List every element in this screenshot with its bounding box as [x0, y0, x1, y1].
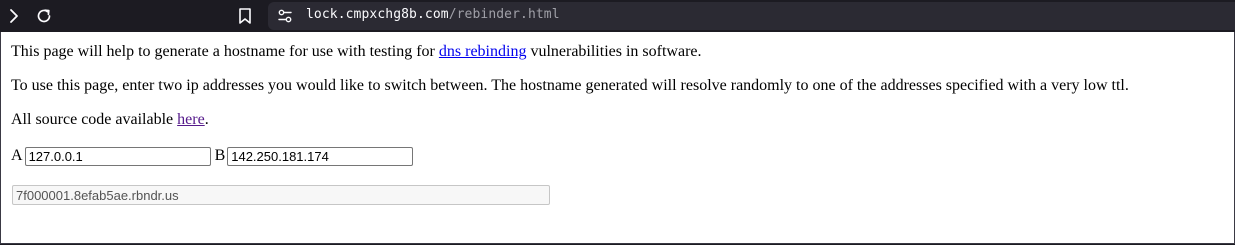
- address-bar[interactable]: lock.cmpxchg8b.com/rebinder.html: [268, 2, 1235, 30]
- url-text: lock.cmpxchg8b.com/rebinder.html: [306, 7, 560, 22]
- ip-a-input[interactable]: [24, 146, 211, 166]
- intro-text: This page will help to generate a hostna…: [11, 43, 439, 60]
- field-b-label: B: [214, 147, 226, 164]
- source-text: All source code available: [11, 111, 178, 128]
- dns-rebinding-link[interactable]: dns rebinding: [439, 43, 527, 60]
- generated-hostname-field[interactable]: [12, 185, 550, 205]
- source-text-end: .: [204, 111, 209, 128]
- source-paragraph: All source code available here.: [11, 111, 209, 129]
- bookmark-icon[interactable]: [233, 4, 257, 28]
- field-a-label: A: [11, 147, 23, 164]
- url-path: /rebinder.html: [448, 7, 560, 22]
- reload-icon[interactable]: [32, 4, 56, 28]
- browser-toolbar: lock.cmpxchg8b.com/rebinder.html: [0, 0, 1235, 32]
- site-settings-icon[interactable]: [277, 8, 293, 29]
- intro-paragraph: This page will help to generate a hostna…: [11, 43, 702, 61]
- chevron-right-icon[interactable]: [2, 4, 26, 28]
- source-code-link[interactable]: here: [177, 111, 205, 128]
- instructions-paragraph: To use this page, enter two ip addresses…: [11, 77, 1129, 94]
- ip-fields-row: A B: [11, 146, 414, 166]
- page-viewport: This page will help to generate a hostna…: [0, 32, 1235, 244]
- url-host: lock.cmpxchg8b.com: [306, 7, 449, 22]
- intro-text-end: vulnerabilities in software.: [526, 43, 702, 60]
- ip-b-input[interactable]: [227, 146, 414, 166]
